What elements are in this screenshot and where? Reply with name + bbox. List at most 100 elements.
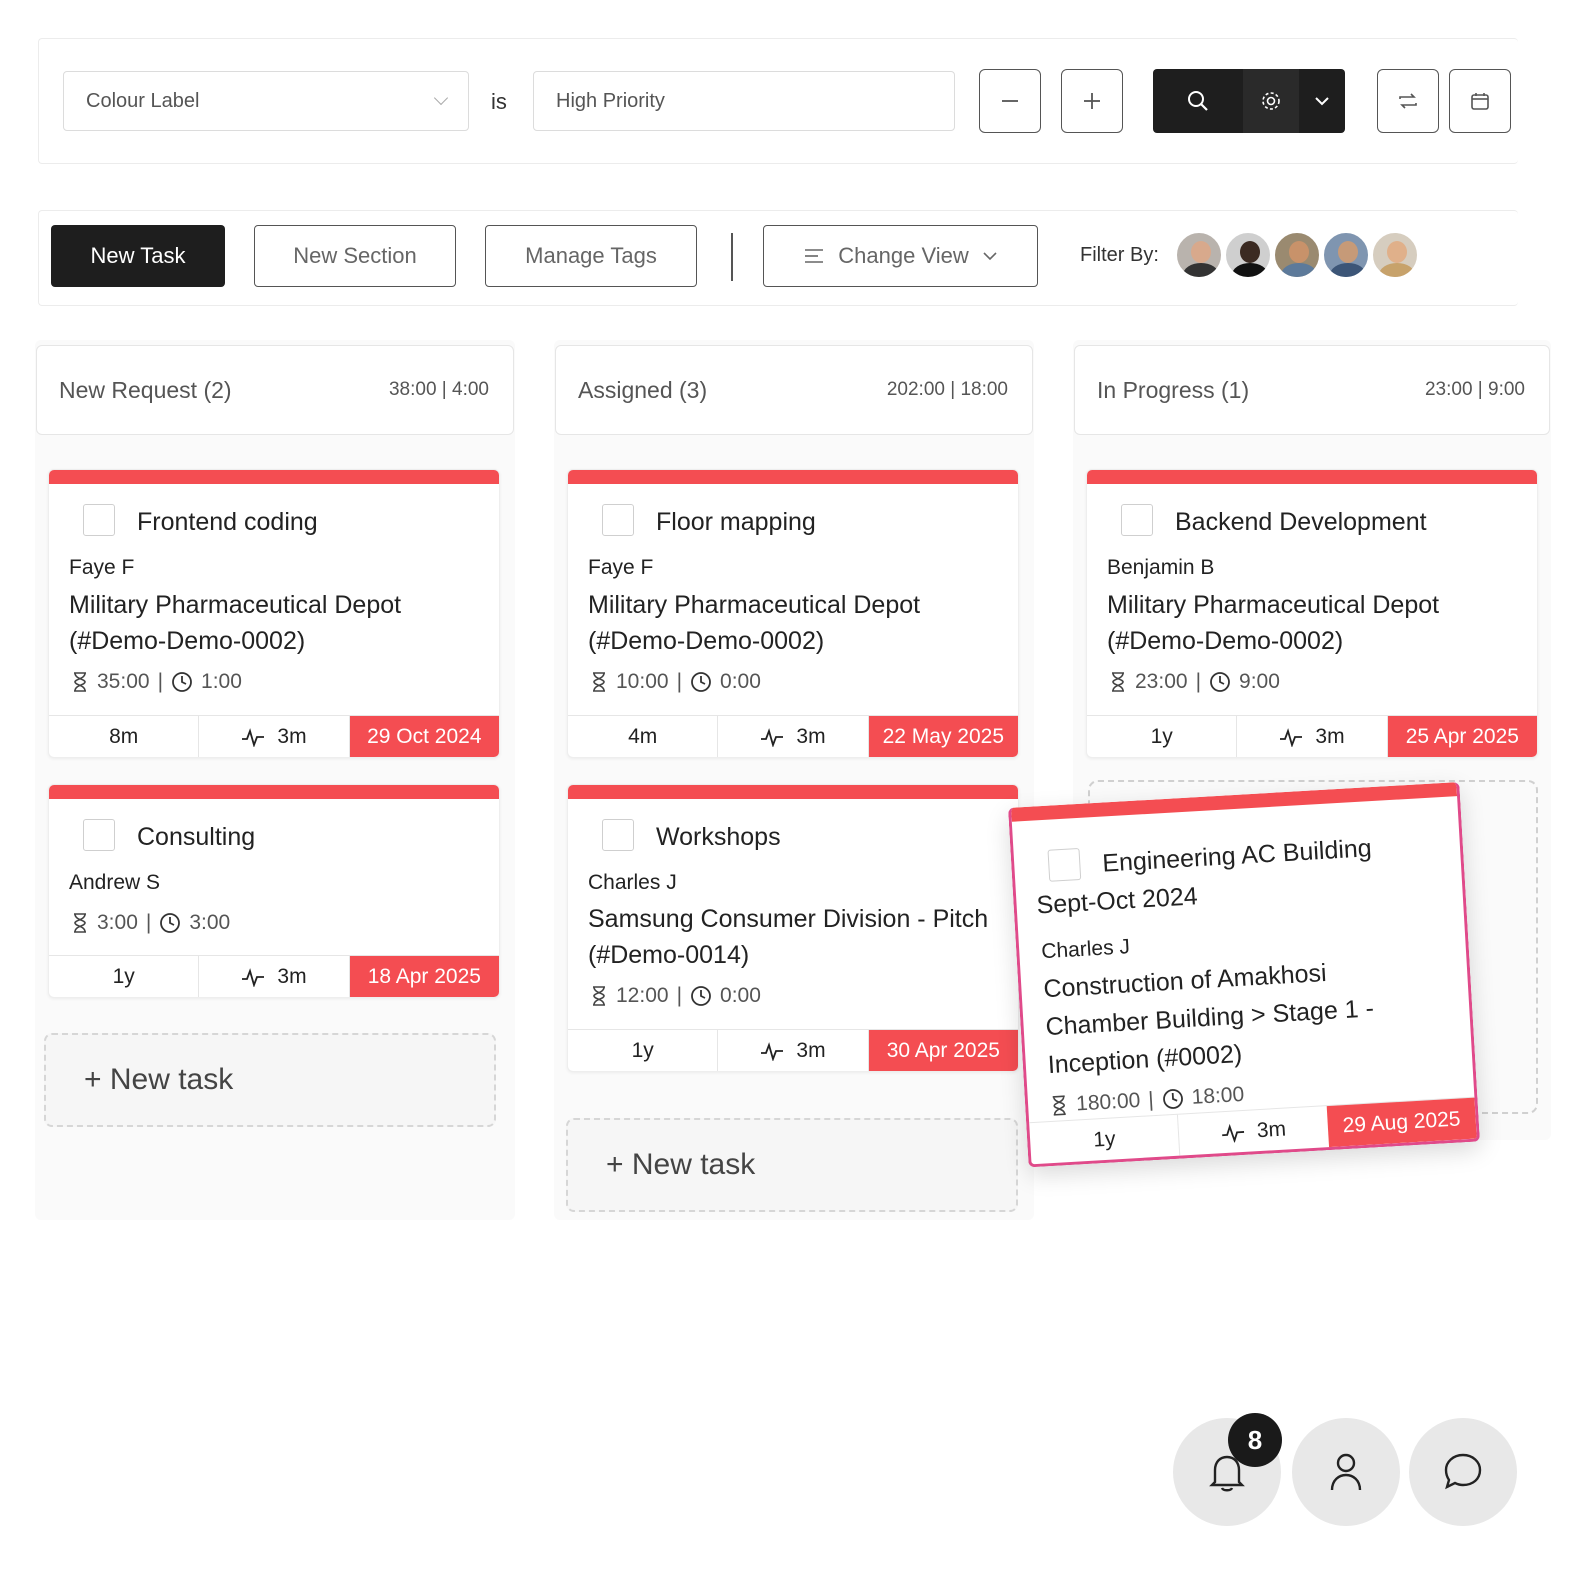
task-age: 1y [112,964,135,988]
task-project[interactable]: Samsung Consumer Division - Pitch (#Demo… [588,901,1014,973]
task-activity: 3m [1177,1106,1329,1156]
task-due-date[interactable]: 30 Apr 2025 [867,1030,1018,1071]
task-due-date[interactable]: 29 Oct 2024 [348,716,499,757]
task-checkbox[interactable] [602,819,634,851]
task-card[interactable]: Backend Development Benjamin B Military … [1086,469,1538,758]
avatar[interactable] [1273,231,1321,279]
column-title: Assigned (3) [578,376,708,403]
task-checkbox[interactable] [1121,504,1153,536]
task-age: 1y [1150,724,1173,748]
task-age: 4m [628,724,658,748]
filter-value-text: High Priority [556,89,665,112]
task-estimate: 12:00 [616,984,669,1007]
task-project[interactable]: Military Pharmaceutical Depot (#Demo-Dem… [69,587,487,659]
task-title: Engineering AC Building Sept-Oct 2024 [1035,834,1373,920]
calendar-button[interactable] [1449,69,1511,133]
task-due-date[interactable]: 29 Aug 2025 [1326,1097,1477,1148]
search-settings-button[interactable] [1243,69,1299,133]
task-logged: 0:00 [720,670,761,693]
new-section-button[interactable]: New Section [254,225,456,287]
change-view-button[interactable]: Change View [763,225,1038,287]
task-activity: 3m [198,716,348,757]
filter-operator: is [491,89,507,114]
column-header[interactable]: In Progress (1) 23:00 | 9:00 [1074,345,1550,435]
activity-icon [761,727,784,747]
remove-filter-button[interactable] [979,69,1041,133]
activity-icon [242,967,265,987]
task-card[interactable]: Workshops Charles J Samsung Consumer Div… [567,784,1019,1072]
refresh-button[interactable] [1377,69,1439,133]
dragged-task-card[interactable]: Engineering AC Building Sept-Oct 2024 Ch… [1008,781,1480,1168]
task-project[interactable]: Military Pharmaceutical Depot (#Demo-Dem… [1107,587,1525,659]
avatar[interactable] [1322,231,1370,279]
avatar[interactable] [1175,231,1223,279]
task-age: 8m [109,724,139,748]
board-toolbar: New Task New Section Manage Tags Change … [38,210,1518,306]
task-card[interactable]: Consulting Andrew S 3:00 | 3:00 1y 3m 18 … [48,784,500,998]
task-footer: 1y 3m 25 Apr 2025 [1087,715,1537,757]
task-card[interactable]: Frontend coding Faye F Military Pharmace… [48,469,500,758]
avatar[interactable] [1371,231,1419,279]
task-footer: 8m 3m 29 Oct 2024 [49,715,499,757]
profile-button[interactable] [1292,1418,1400,1526]
task-assignee: Faye F [588,556,654,579]
clock-icon [172,672,192,692]
times-separator: | [145,911,152,934]
task-card[interactable]: Floor mapping Faye F Military Pharmaceut… [567,469,1019,758]
filter-by-label: Filter By: [1080,244,1159,266]
activity-icon [1222,1123,1244,1143]
task-assignee: Benjamin B [1107,556,1215,579]
task-due-date[interactable]: 18 Apr 2025 [348,956,499,997]
avatar[interactable] [1224,231,1272,279]
task-checkbox[interactable] [83,504,115,536]
task-activity: 3m [198,956,348,997]
task-title: Consulting [137,823,256,851]
add-task-placeholder[interactable]: + New task [566,1118,1018,1212]
task-logged: 18:00 [1191,1082,1245,1109]
filter-field-select[interactable]: Colour Label [63,71,469,131]
add-filter-button[interactable] [1061,69,1123,133]
gear-icon [1262,92,1280,110]
column-header[interactable]: New Request (2) 38:00 | 4:00 [36,345,514,435]
chat-button[interactable] [1409,1418,1517,1526]
task-checkbox[interactable] [602,504,634,536]
task-logged: 0:00 [720,984,761,1007]
column-header[interactable]: Assigned (3) 202:00 | 18:00 [555,345,1033,435]
new-task-button[interactable]: New Task [51,225,225,287]
manage-tags-button[interactable]: Manage Tags [485,225,697,287]
calendar-icon [1471,93,1489,110]
search-dropdown-button[interactable] [1299,69,1345,133]
task-estimate: 35:00 [97,670,150,693]
task-age: 1y [1092,1126,1117,1152]
task-estimate: 180:00 [1075,1088,1141,1116]
search-icon [1188,91,1208,111]
search-button[interactable] [1153,69,1243,133]
task-project[interactable]: Military Pharmaceutical Depot (#Demo-Dem… [588,587,1006,659]
clock-icon [160,913,181,933]
hourglass-icon [74,913,86,933]
task-title: Backend Development [1175,508,1427,536]
times-separator: | [676,984,683,1007]
task-due-date[interactable]: 22 May 2025 [867,716,1018,757]
task-assignee: Charles J [588,871,677,894]
task-estimate: 3:00 [97,911,138,934]
column-title: In Progress (1) [1097,376,1250,403]
priority-bar [1087,470,1537,484]
chevron-down-icon [433,90,449,106]
task-due-date[interactable]: 25 Apr 2025 [1386,716,1537,757]
filter-value-input[interactable]: High Priority [533,71,955,131]
task-title: Frontend coding [137,508,318,536]
task-times: 35:00 | 1:00 [71,670,242,694]
priority-bar [568,785,1018,799]
task-logged: 1:00 [201,670,242,693]
task-project[interactable]: Construction of Amakhosi Chamber Buildin… [1042,949,1418,1084]
task-checkbox[interactable] [83,819,115,851]
task-footer: 4m 3m 22 May 2025 [568,715,1018,757]
activity-icon [761,1041,784,1061]
chevron-down-icon [1315,97,1329,106]
task-estimate: 23:00 [1135,670,1188,693]
clock-icon [691,986,711,1006]
task-times: 12:00 | 0:00 [590,984,761,1008]
add-task-placeholder[interactable]: + New task [44,1033,496,1127]
clock-icon [691,672,711,692]
